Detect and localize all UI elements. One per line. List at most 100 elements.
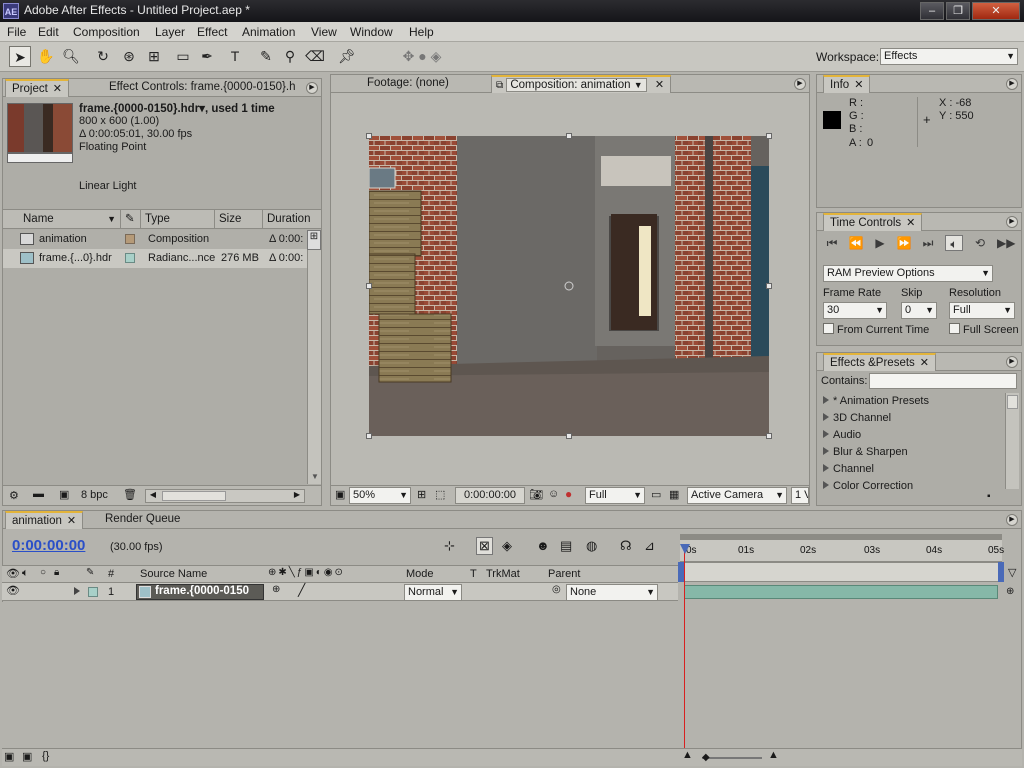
col-size[interactable]: Size [215, 210, 263, 229]
col-layer-number[interactable]: # [108, 568, 114, 580]
mask-visibility-icon[interactable]: ⬚ [435, 488, 445, 501]
project-scrollbar[interactable]: ▼ [307, 250, 321, 484]
col-parent[interactable]: Parent [548, 568, 580, 580]
expand-triangle-icon[interactable] [823, 430, 829, 438]
scroll-thumb[interactable] [162, 491, 226, 501]
effects-search-input[interactable] [869, 373, 1017, 389]
scroll-right-icon[interactable]: ▶ [290, 490, 304, 502]
always-preview-icon[interactable]: ▣ [335, 488, 345, 501]
panel-menu-icon[interactable]: ▶ [1006, 356, 1018, 368]
label-swatch[interactable] [125, 253, 135, 263]
current-time-display[interactable]: 0:00:00:00 [455, 487, 525, 504]
lock-icon[interactable]: 🔒︎ [54, 567, 59, 578]
live-update-icon[interactable]: ⊠ [476, 537, 493, 555]
expand-triangle-icon[interactable] [823, 396, 829, 404]
transform-handle[interactable] [766, 283, 772, 289]
camera-dropdown[interactable]: Active Camera ▼ [687, 487, 787, 504]
motion-blur-icon[interactable]: ◍ [586, 538, 597, 554]
bpc-toggle[interactable]: 8 bpc [81, 489, 108, 501]
eraser-tool-icon[interactable]: ⌫ [304, 46, 326, 67]
checkbox-box[interactable] [949, 323, 960, 334]
puppet-pin-tool-icon[interactable]: 📌︎ [336, 46, 358, 67]
close-tab-icon[interactable]: ✕ [67, 515, 76, 527]
transform-handle[interactable] [366, 133, 372, 139]
playhead-line[interactable] [684, 544, 685, 750]
layer-marker-icon[interactable]: ⊕ [1006, 586, 1014, 597]
composition-selector[interactable]: Composition: animation ▼ [506, 78, 647, 92]
frame-rate-dropdown[interactable]: 30 ▼ [823, 302, 887, 319]
trash-icon[interactable]: 🗑︎ [123, 488, 137, 501]
toggle-panes-icon[interactable]: {} [42, 750, 49, 762]
effects-category[interactable]: Color Correction [823, 480, 913, 489]
menu-animation[interactable]: Animation [242, 25, 295, 39]
panel-menu-icon[interactable]: ▶ [794, 78, 806, 90]
brainstorm-icon[interactable]: ☊ [620, 538, 632, 554]
menu-layer[interactable]: Layer [155, 25, 185, 39]
grid-icon[interactable]: ⊞ [417, 488, 426, 501]
comp-marker-bin-icon[interactable]: ▽ [1008, 566, 1016, 579]
horizontal-scrollbar[interactable]: ◀ ▶ [145, 489, 305, 503]
zoom-in-icon[interactable]: ▲ [768, 749, 779, 761]
expand-switches-icon[interactable]: ▣ [4, 750, 14, 763]
close-tab-icon[interactable]: ✕ [906, 217, 915, 229]
menu-help[interactable]: Help [409, 25, 434, 39]
hand-tool-icon[interactable]: ✋ [35, 46, 57, 67]
expand-triangle-icon[interactable] [74, 587, 80, 595]
effects-category[interactable]: 3D Channel [823, 412, 891, 424]
tab-composition[interactable]: ⧉ Composition: animation ▼ ✕ [491, 75, 672, 93]
transform-handle[interactable] [366, 433, 372, 439]
tab-animation[interactable]: animation ✕ [5, 511, 84, 529]
project-row[interactable]: frame.{...0}.hdr Radianc...nce 276 MB Δ … [3, 249, 307, 268]
workspace-dropdown[interactable]: Effects ▼ [880, 48, 1018, 65]
transform-handle[interactable] [766, 133, 772, 139]
channel-icon[interactable]: ● [565, 487, 572, 501]
ram-preview-icon[interactable]: ▶▶ [997, 235, 1015, 251]
col-mode[interactable]: Mode [406, 568, 434, 580]
tab-render-queue[interactable]: Render Queue [99, 511, 186, 529]
audio-icon[interactable]: 🔈︎ [945, 235, 963, 251]
expand-triangle-icon[interactable] [823, 447, 829, 455]
expand-triangle-icon[interactable] [823, 481, 829, 489]
col-type[interactable]: Type [141, 210, 215, 229]
frame-blending-icon[interactable]: ▤ [560, 538, 572, 554]
effects-category[interactable]: Audio [823, 429, 861, 441]
orbit-camera-tool-icon[interactable]: ⊛ [118, 46, 140, 67]
clone-stamp-tool-icon[interactable]: ⚲ [279, 46, 301, 67]
close-tab-icon[interactable]: ✕ [655, 79, 664, 91]
pen-tool-icon[interactable]: ✒ [196, 46, 218, 67]
snapshot-icon[interactable]: 📷︎ [529, 488, 543, 501]
layer-duration-bar[interactable] [684, 585, 998, 599]
work-area-range[interactable] [680, 562, 1002, 582]
tab-effect-controls[interactable]: Effect Controls: frame.{0000-0150}.h [103, 79, 303, 97]
pick-whip-icon[interactable]: ◎ [552, 584, 561, 595]
close-tab-icon[interactable]: ✕ [920, 357, 929, 369]
type-tool-icon[interactable]: T [224, 46, 246, 67]
first-frame-icon[interactable]: ⏮ [823, 235, 841, 251]
menu-view[interactable]: View [311, 25, 337, 39]
col-t[interactable]: T [470, 568, 477, 580]
panel-menu-icon[interactable]: ▶ [1006, 514, 1018, 526]
flowchart-icon[interactable]: ⊞ [307, 230, 321, 250]
expand-triangle-icon[interactable] [823, 464, 829, 472]
col-name[interactable]: Name ▼ [19, 210, 121, 229]
draft-3d-icon[interactable]: ◈ [502, 538, 512, 554]
new-composition-icon[interactable]: ▣ [59, 488, 69, 501]
label-swatch[interactable] [125, 234, 135, 244]
expand-modes-icon[interactable]: ▣ [22, 750, 32, 763]
show-snapshot-icon[interactable]: ☺ [548, 488, 559, 500]
graph-editor-icon[interactable]: ⊿ [644, 538, 655, 554]
transform-handle[interactable] [566, 133, 572, 139]
time-ruler[interactable] [680, 540, 1002, 562]
lock-icon[interactable]: ⧉ [496, 80, 503, 91]
switches-icon[interactable]: ⊕✱╲ƒ▣◐◉⊙ [268, 567, 345, 578]
layer-list-empty-area[interactable] [2, 602, 678, 748]
parent-dropdown[interactable]: None ▼ [566, 584, 658, 601]
tab-time-controls[interactable]: Time Controls ✕ [823, 213, 923, 231]
close-tab-icon[interactable]: ✕ [53, 83, 62, 95]
scroll-left-icon[interactable]: ◀ [146, 490, 160, 502]
loop-icon[interactable]: ⟲ [971, 235, 989, 251]
effects-category[interactable]: * Animation Presets [823, 395, 929, 407]
visibility-eye-icon[interactable]: 👁︎ [6, 584, 20, 597]
ram-preview-options-dropdown[interactable]: RAM Preview Options ▼ [823, 265, 993, 282]
project-row[interactable]: animation Composition Δ 0:00: [3, 230, 307, 249]
